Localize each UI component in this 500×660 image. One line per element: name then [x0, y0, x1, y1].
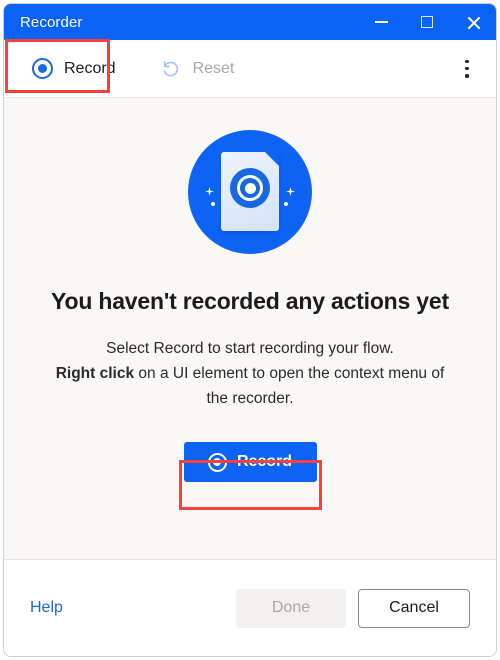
sparkle-right-icon [286, 187, 295, 196]
window-title: Recorder [20, 13, 83, 31]
minimize-icon [374, 21, 388, 23]
document-fold-icon [265, 152, 279, 166]
maximize-button[interactable] [404, 4, 450, 40]
recorder-window: Recorder Record Reset You haven't record… [3, 3, 497, 657]
empty-state-description: Select Record to start recording your fl… [55, 336, 445, 411]
description-line-1: Select Record to start recording your fl… [106, 340, 394, 357]
toolbar-reset-command[interactable]: Reset [150, 49, 245, 89]
sparkle-right-dot-icon [284, 202, 288, 206]
sparkle-left-icon [205, 187, 214, 196]
sparkle-left-dot-icon [211, 202, 215, 206]
record-target-icon [230, 168, 270, 208]
empty-state-title: You haven't recorded any actions yet [51, 288, 449, 314]
undo-arrow-icon [160, 58, 182, 80]
toolbar-record-command[interactable]: Record [22, 49, 126, 89]
close-button[interactable] [450, 4, 496, 40]
done-button[interactable]: Done [236, 588, 346, 628]
document-record-illustration [188, 130, 312, 254]
title-bar: Recorder [4, 4, 496, 40]
description-bold-phrase: Right click [55, 365, 135, 382]
empty-state-content: You haven't recorded any actions yet Sel… [4, 98, 496, 560]
minimize-button[interactable] [358, 4, 404, 40]
description-line-2: on a UI element to open the context menu… [134, 365, 445, 407]
command-toolbar: Record Reset [4, 40, 496, 98]
close-icon [466, 15, 481, 30]
toolbar-record-label: Record [64, 59, 116, 77]
more-vertical-icon[interactable] [456, 57, 478, 81]
toolbar-reset-label: Reset [192, 59, 235, 77]
record-circle-icon [32, 58, 53, 79]
record-circle-icon [207, 452, 227, 472]
help-link[interactable]: Help [30, 599, 63, 617]
cancel-button[interactable]: Cancel [358, 588, 470, 628]
maximize-icon [421, 16, 433, 28]
record-button[interactable]: Record [183, 442, 317, 482]
dialog-footer: Help Done Cancel [4, 560, 496, 656]
record-button-label: Record [236, 453, 293, 470]
